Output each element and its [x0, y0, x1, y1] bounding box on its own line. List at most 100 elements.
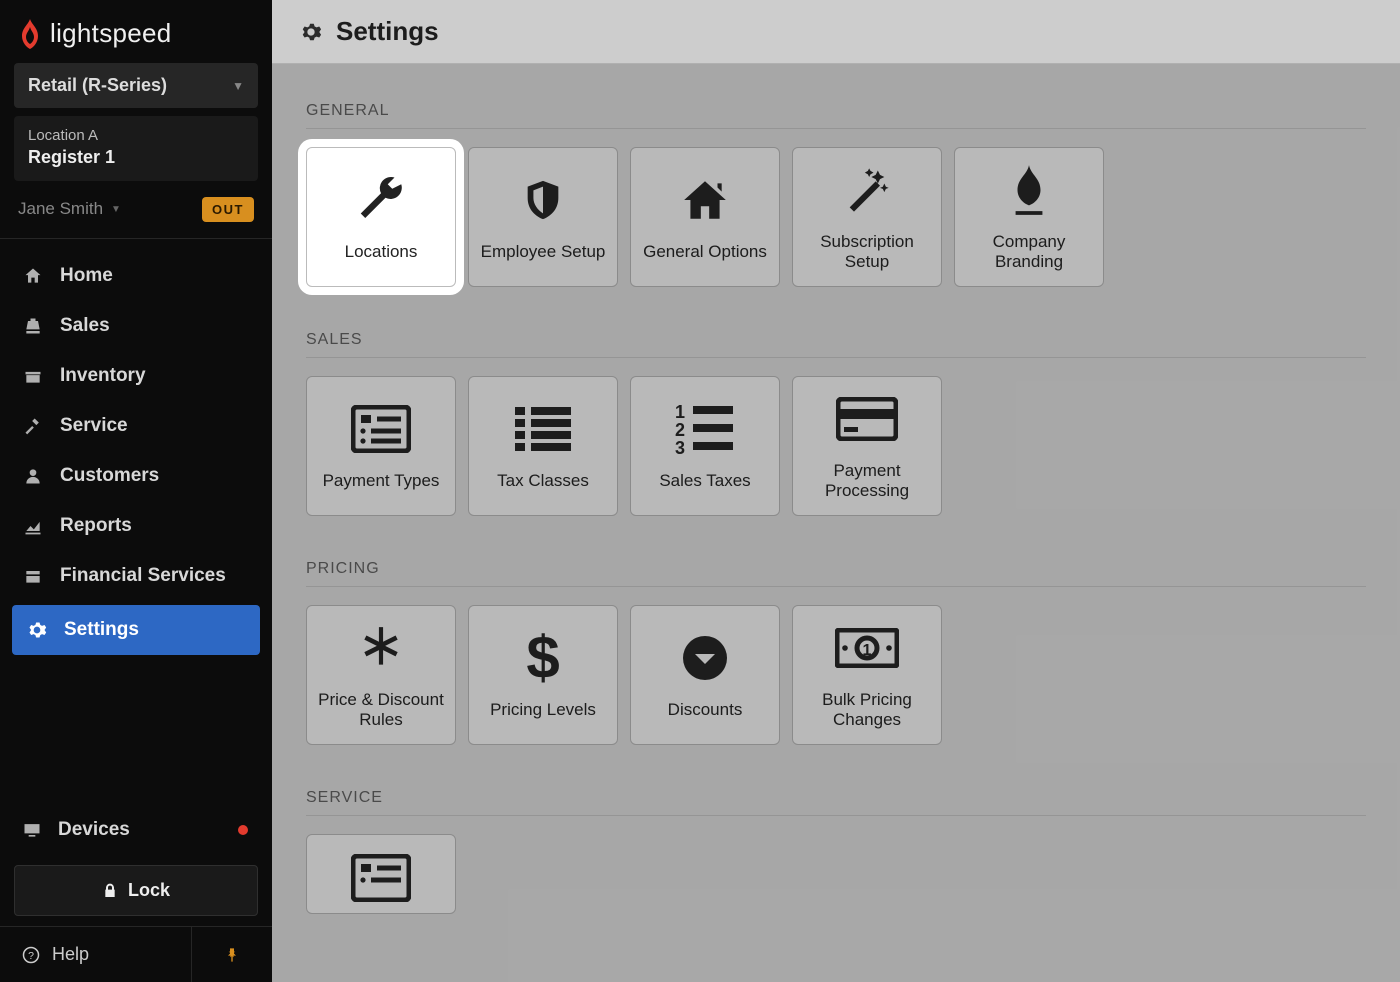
svg-text:3: 3	[675, 438, 685, 454]
app-root: lightspeed Retail (R-Series) ▼ Location …	[0, 0, 1400, 982]
pin-button[interactable]	[192, 927, 272, 982]
register-icon	[22, 316, 44, 336]
dollar-icon: $	[525, 630, 561, 686]
clock-out-badge[interactable]: OUT	[202, 197, 254, 222]
tile-payment-types[interactable]: Payment Types	[306, 376, 456, 516]
devices-icon	[22, 820, 42, 840]
nav-sales[interactable]: Sales	[0, 301, 272, 351]
help-label: Help	[52, 944, 89, 965]
house-icon	[678, 172, 732, 228]
nav-label: Service	[60, 415, 128, 437]
alert-dot-icon	[238, 825, 248, 835]
sidebar: lightspeed Retail (R-Series) ▼ Location …	[0, 0, 272, 982]
asterisk-icon	[356, 620, 406, 676]
nav-label: Home	[60, 265, 113, 287]
svg-text:?: ?	[28, 949, 34, 961]
home-icon	[22, 266, 44, 286]
tile-label: Discounts	[668, 700, 743, 720]
tile-label: Company Branding	[965, 232, 1093, 273]
tile-label: Tax Classes	[497, 471, 589, 491]
nav-label: Settings	[64, 619, 139, 641]
nav-settings[interactable]: Settings	[12, 605, 260, 655]
nav-label: Customers	[60, 465, 159, 487]
tile-employee-setup[interactable]: Employee Setup	[468, 147, 618, 287]
register-box[interactable]: Location A Register 1	[14, 116, 258, 181]
tile-pricing-levels[interactable]: $ Pricing Levels	[468, 605, 618, 745]
section-service-tiles	[306, 834, 1366, 914]
tile-locations[interactable]: Locations	[306, 147, 456, 287]
tile-label: Subscription Setup	[803, 232, 931, 273]
tile-price-discount-rules[interactable]: Price & Discount Rules	[306, 605, 456, 745]
location-label: Location A	[28, 126, 244, 146]
box-icon	[22, 366, 44, 386]
tile-tax-classes[interactable]: Tax Classes	[468, 376, 618, 516]
user-row: Jane Smith ▼ OUT	[0, 181, 272, 239]
lock-button[interactable]: Lock	[14, 865, 258, 916]
section-pricing-tiles: Price & Discount Rules $ Pricing Levels …	[306, 605, 1366, 745]
person-icon	[22, 466, 44, 486]
nav-label: Sales	[60, 315, 110, 337]
tile-label: General Options	[643, 242, 767, 262]
svg-text:$: $	[526, 630, 559, 686]
help-button[interactable]: ? Help	[0, 927, 192, 982]
nav-financial-services[interactable]: Financial Services	[0, 551, 272, 601]
tile-sales-taxes[interactable]: 123 Sales Taxes	[630, 376, 780, 516]
user-name: Jane Smith	[18, 199, 103, 219]
numbered-list-icon: 123	[675, 401, 735, 457]
chart-icon	[22, 516, 44, 536]
flame-icon	[18, 19, 42, 49]
section-title-general: GENERAL	[306, 84, 1366, 129]
tile-label: Payment Types	[323, 471, 440, 491]
svg-text:2: 2	[675, 420, 685, 440]
wand-icon	[839, 162, 895, 218]
main-nav: Home Sales Inventory Service	[0, 239, 272, 765]
section-title-service: SERVICE	[306, 771, 1366, 816]
tile-company-branding[interactable]: Company Branding	[954, 147, 1104, 287]
nav-customers[interactable]: Customers	[0, 451, 272, 501]
shield-icon	[520, 172, 566, 228]
tile-label: Locations	[345, 242, 418, 262]
tile-label: Bulk Pricing Changes	[803, 690, 931, 731]
nav-devices[interactable]: Devices	[0, 805, 272, 855]
tile-bulk-pricing-changes[interactable]: 1 Bulk Pricing Changes	[792, 605, 942, 745]
check-circle-icon	[681, 630, 729, 686]
nav-service[interactable]: Service	[0, 401, 272, 451]
nav-reports[interactable]: Reports	[0, 501, 272, 551]
bank-icon	[22, 566, 44, 586]
list-icon	[515, 401, 571, 457]
lock-icon	[102, 882, 118, 900]
tile-general-options[interactable]: General Options	[630, 147, 780, 287]
wrench-icon	[354, 172, 408, 228]
nav-inventory[interactable]: Inventory	[0, 351, 272, 401]
page-header: Settings	[272, 0, 1400, 64]
help-icon: ?	[22, 946, 40, 964]
nav-label: Inventory	[60, 365, 146, 387]
tile-payment-processing[interactable]: Payment Processing	[792, 376, 942, 516]
form-list-icon	[351, 401, 411, 457]
svg-text:1: 1	[863, 642, 872, 659]
pin-icon	[224, 945, 240, 965]
chevron-down-icon: ▼	[111, 204, 121, 215]
cash-icon: 1	[835, 620, 899, 676]
nav-home[interactable]: Home	[0, 251, 272, 301]
page-title: Settings	[336, 16, 439, 47]
sidebar-footer: ? Help	[0, 926, 272, 982]
product-selector-label: Retail (R-Series)	[28, 75, 167, 96]
tile-label: Sales Taxes	[659, 471, 750, 491]
flame-stand-icon	[1006, 162, 1052, 218]
register-label: Register 1	[28, 146, 244, 169]
tile-label: Employee Setup	[481, 242, 606, 262]
gear-icon	[26, 620, 48, 640]
brand-name: lightspeed	[50, 18, 172, 49]
settings-content: GENERAL Locations Employee Setup	[272, 64, 1400, 980]
nav-label: Financial Services	[60, 565, 226, 587]
tile-label: Pricing Levels	[490, 700, 596, 720]
form-list-icon	[351, 853, 411, 903]
product-selector[interactable]: Retail (R-Series) ▼	[14, 63, 258, 108]
user-menu[interactable]: Jane Smith ▼	[18, 199, 121, 219]
tile-service-partial[interactable]	[306, 834, 456, 914]
tile-discounts[interactable]: Discounts	[630, 605, 780, 745]
tile-subscription-setup[interactable]: Subscription Setup	[792, 147, 942, 287]
lock-label: Lock	[128, 880, 170, 901]
hammer-icon	[22, 416, 44, 436]
